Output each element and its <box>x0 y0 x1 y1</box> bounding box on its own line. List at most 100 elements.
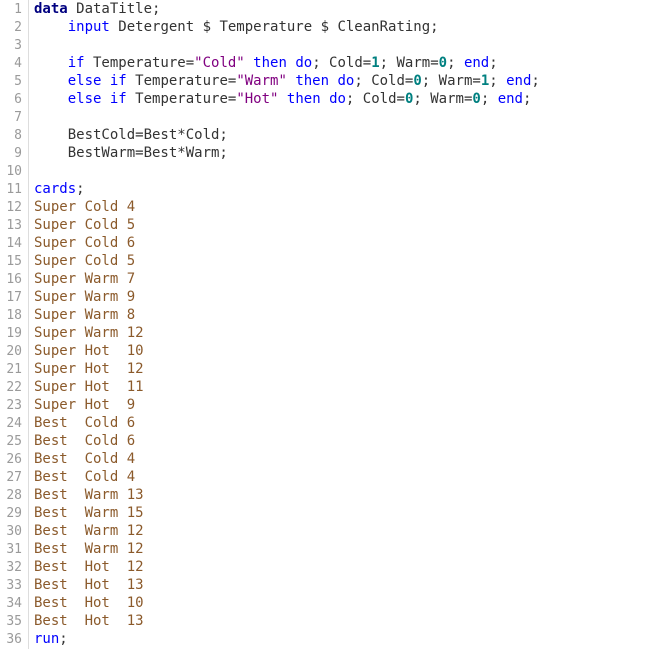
code-token: ; <box>489 55 498 71</box>
code-text: Super Hot 10 <box>34 343 144 359</box>
code-token: else if <box>67 73 127 89</box>
code-text: BestCold=Best*Cold; <box>34 127 228 143</box>
code-line[interactable]: 10 <box>0 162 34 180</box>
code-line[interactable]: 31 Best Warm 12 <box>0 540 143 558</box>
line-number: 24 <box>6 416 22 431</box>
code-text: Best Warm 12 <box>34 523 144 539</box>
code-token: 0 <box>472 91 481 107</box>
code-token: ; Warm= <box>379 55 439 71</box>
code-line[interactable]: 20 Super Hot 10 <box>0 342 144 360</box>
line-number: 19 <box>6 326 22 341</box>
line-number: 17 <box>6 290 22 305</box>
code-token: Super Warm 7 <box>34 271 136 287</box>
code-line[interactable]: 30 Best Warm 12 <box>0 522 144 540</box>
code-token: ; <box>447 55 464 71</box>
code-token: Super Hot 12 <box>34 361 144 377</box>
line-number: 27 <box>6 470 22 485</box>
line-number: 10 <box>6 164 22 179</box>
code-text: Best Hot 13 <box>34 613 144 629</box>
code-token: ; Warm= <box>413 91 473 107</box>
line-number: 2 <box>14 20 22 35</box>
code-text: run; <box>34 631 68 647</box>
code-line[interactable]: 35 Best Hot 13 <box>0 612 144 630</box>
code-line[interactable]: 3 <box>0 36 34 54</box>
code-token: input <box>67 19 110 35</box>
code-token: cards <box>34 181 77 197</box>
code-text: Best Cold 4 <box>34 469 135 485</box>
code-line[interactable]: 5 else if Temperature="Warm" then do; Co… <box>0 72 540 90</box>
code-token: data <box>34 1 68 17</box>
code-text: Super Warm 7 <box>34 271 135 287</box>
line-number: 34 <box>6 596 22 611</box>
code-line[interactable]: 21 Super Hot 12 <box>0 360 144 378</box>
code-token: Super Cold 4 <box>34 199 136 215</box>
line-number: 15 <box>6 254 22 269</box>
code-line[interactable]: 18 Super Warm 8 <box>0 306 135 324</box>
code-line[interactable]: 28 Best Warm 13 <box>0 486 144 504</box>
code-token: ; <box>480 91 498 107</box>
line-number: 5 <box>14 74 22 89</box>
code-line[interactable]: 9 BestWarm=Best*Warm; <box>0 144 228 162</box>
code-text: Best Cold 6 <box>34 433 135 449</box>
code-token: end <box>497 91 523 107</box>
code-line[interactable]: 16 Super Warm 7 <box>0 270 135 288</box>
code-line[interactable]: 32 Best Hot 12 <box>0 558 144 576</box>
code-token: then <box>286 91 321 107</box>
code-text: Best Hot 12 <box>34 559 144 575</box>
code-token: DataTitle; <box>67 1 161 17</box>
code-text: Super Cold 6 <box>34 235 135 251</box>
code-token: ; <box>522 91 532 107</box>
line-number: 1 <box>14 2 22 17</box>
code-token: Best Warm 13 <box>34 487 144 503</box>
line-number: 9 <box>14 146 22 161</box>
code-line[interactable]: 14 Super Cold 6 <box>0 234 135 252</box>
code-line[interactable]: 33 Best Hot 13 <box>0 576 144 594</box>
code-line[interactable]: 4 if Temperature="Cold" then do; Cold=1;… <box>0 54 498 72</box>
code-text: Super Cold 5 <box>34 217 135 233</box>
code-line[interactable]: 7 <box>0 108 34 126</box>
code-line[interactable]: 24 Best Cold 6 <box>0 414 135 432</box>
code-line[interactable]: 1 data DataTitle; <box>0 0 160 18</box>
code-text: Super Warm 8 <box>34 307 135 323</box>
code-token: ; Cold= <box>345 91 405 107</box>
code-token: Super Hot 10 <box>34 343 144 359</box>
code-line[interactable]: 27 Best Cold 4 <box>0 468 135 486</box>
code-line[interactable]: 8 BestCold=Best*Cold; <box>0 126 228 144</box>
code-token: BestWarm=Best*Warm; <box>34 145 228 161</box>
code-line[interactable]: 11 cards; <box>0 180 84 198</box>
code-token: Best Hot 13 <box>34 613 144 629</box>
code-line[interactable]: 34 Best Hot 10 <box>0 594 143 612</box>
code-line[interactable]: 17 Super Warm 9 <box>0 288 135 306</box>
code-line[interactable]: 13 Super Cold 5 <box>0 216 135 234</box>
code-line[interactable]: 19 Super Warm 12 <box>0 324 143 342</box>
code-line[interactable]: 29 Best Warm 15 <box>0 504 143 522</box>
code-line[interactable]: 2 input Detergent $ Temperature $ CleanR… <box>0 18 439 36</box>
code-token: Best Cold 6 <box>34 433 136 449</box>
code-line[interactable]: 15 Super Cold 5 <box>0 252 135 270</box>
code-token: Detergent $ Temperature $ CleanRating; <box>109 19 439 35</box>
code-line[interactable]: 22 Super Hot 11 <box>0 378 144 396</box>
code-token: do <box>295 55 313 71</box>
code-token: Super Hot 11 <box>34 379 144 395</box>
code-line[interactable]: 23 Super Hot 9 <box>0 396 135 414</box>
code-token: Super Hot 9 <box>34 397 136 413</box>
code-line[interactable]: 6 else if Temperature="Hot" then do; Col… <box>0 90 531 108</box>
line-number: 31 <box>6 542 22 557</box>
code-text: data DataTitle; <box>34 1 160 17</box>
line-number: 22 <box>6 380 22 395</box>
code-line[interactable]: 36 run; <box>0 630 68 648</box>
line-number: 14 <box>6 236 22 251</box>
line-number: 26 <box>6 452 22 467</box>
code-text: Super Warm 9 <box>34 289 135 305</box>
code-line[interactable]: 12 Super Cold 4 <box>0 198 135 216</box>
code-line[interactable]: 26 Best Cold 4 <box>0 450 135 468</box>
code-editor[interactable]: 1 data DataTitle; 2 input Detergent $ Temp… <box>0 0 672 649</box>
code-text: Super Cold 5 <box>34 253 135 269</box>
line-number: 8 <box>14 128 22 143</box>
code-token: ; Warm= <box>421 73 481 89</box>
code-line[interactable]: 25 Best Cold 6 <box>0 432 135 450</box>
code-token: Best Hot 13 <box>34 577 144 593</box>
